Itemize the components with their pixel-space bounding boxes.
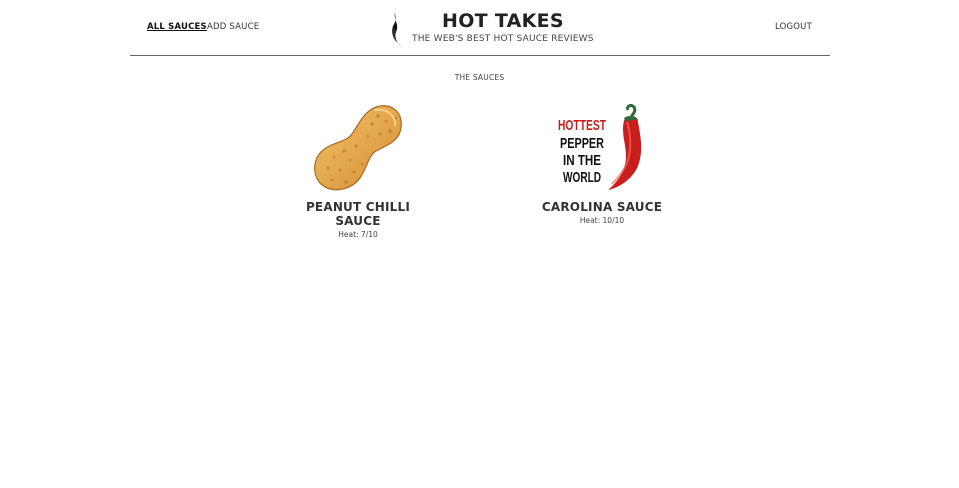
sauce-card[interactable]: HOTTEST PEPPER IN THE WORLD CAROLINA SAU… bbox=[527, 104, 677, 225]
svg-text:WORLD: WORLD bbox=[563, 169, 601, 186]
svg-text:IN THE: IN THE bbox=[563, 152, 601, 169]
nav-all-sauces[interactable]: ALL SAUCES bbox=[147, 22, 207, 32]
sauce-name-line2: SAUCE bbox=[335, 214, 381, 228]
brand: HOT TAKES THE WEB'S BEST HOT SAUCE REVIE… bbox=[389, 8, 593, 48]
site-header: ALL SAUCES ADD SAUCE HOT TAKES THE WEB'S… bbox=[130, 0, 830, 56]
flame-logo-icon bbox=[392, 8, 401, 46]
sauce-name: CAROLINA SAUCE bbox=[527, 200, 677, 214]
site-subtitle: THE WEB'S BEST HOT SAUCE REVIEWS bbox=[412, 34, 594, 44]
hottest-pepper-image: HOTTEST PEPPER IN THE WORLD bbox=[558, 104, 642, 190]
svg-text:HOTTEST: HOTTEST bbox=[558, 117, 606, 134]
sauce-name: PEANUT CHILLI SAUCE bbox=[283, 200, 433, 228]
sauce-card[interactable]: PEANUT CHILLI SAUCE Heat: 7/10 bbox=[283, 104, 433, 239]
logout-link[interactable]: LOGOUT bbox=[775, 22, 812, 32]
sauce-heat: Heat: 7/10 bbox=[338, 230, 378, 239]
sauce-name-line1: PEANUT CHILLI bbox=[305, 200, 411, 214]
section-title: THE SAUCES bbox=[454, 73, 505, 82]
peanut-image bbox=[314, 105, 402, 191]
nav-add-sauce[interactable]: ADD SAUCE bbox=[207, 22, 259, 32]
site-title: HOT TAKES bbox=[442, 10, 564, 32]
sauce-heat: Heat: 10/10 bbox=[579, 216, 625, 225]
svg-text:PEPPER: PEPPER bbox=[560, 135, 604, 152]
sauce-name-line1: CAROLINA SAUCE bbox=[541, 200, 663, 214]
